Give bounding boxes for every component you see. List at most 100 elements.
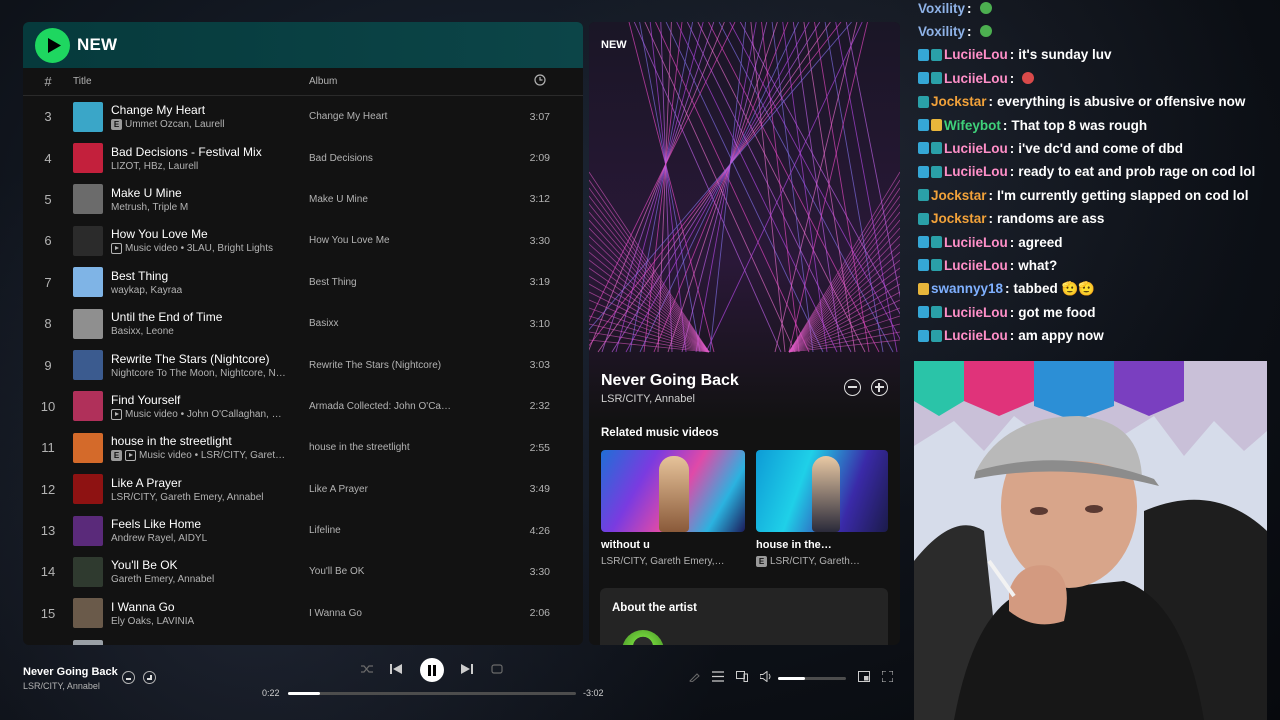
track-title[interactable]: Bad Decisions - Festival Mix (111, 145, 262, 159)
track-album[interactable]: Make U Mine (309, 194, 495, 205)
track-title[interactable]: Until the End of Time (111, 310, 222, 324)
table-row[interactable]: 9 Rewrite The Stars (Nightcore) Nightcor… (23, 344, 583, 385)
track-artists[interactable]: Andrew Rayel, AIDYL (111, 533, 207, 544)
fullscreen-icon[interactable] (882, 671, 893, 682)
remove-icon[interactable] (122, 671, 135, 684)
connect-device-icon[interactable] (736, 671, 748, 682)
track-album[interactable]: Best Thing (309, 277, 495, 288)
table-row[interactable]: Jakarta (23, 634, 583, 645)
add-to-playlist-icon[interactable] (871, 379, 888, 396)
track-artists[interactable]: Music video • LSR/CITY, Garet… (139, 450, 285, 461)
chat-username[interactable]: LuciieLou (944, 328, 1008, 343)
track-title[interactable]: You'll Be OK (111, 558, 214, 572)
track-album[interactable]: house in the streetlight (309, 442, 495, 453)
chat-username[interactable]: LuciieLou (944, 71, 1008, 86)
track-title[interactable]: Best Thing (111, 269, 182, 283)
chat-username[interactable]: LuciieLou (944, 258, 1008, 273)
chat-username[interactable]: LuciieLou (944, 164, 1008, 179)
table-row[interactable]: 6 How You Love Me Music video • 3LAU, Br… (23, 220, 583, 261)
now-playing-title[interactable]: Never Going Back (601, 372, 739, 390)
track-artists[interactable]: waykap, Kayraa (111, 285, 182, 296)
chat-username[interactable]: Voxility (918, 24, 965, 39)
table-row[interactable]: 7 Best Thing waykap, Kayraa Best Thing 3… (23, 262, 583, 303)
track-album[interactable]: How You Love Me (309, 235, 495, 246)
player-song-title[interactable]: Never Going Back (23, 666, 118, 678)
track-title[interactable]: Make U Mine (111, 186, 188, 200)
track-title[interactable]: How You Love Me (111, 227, 273, 241)
track-artists[interactable]: Ely Oaks, LAVINIA (111, 616, 194, 627)
column-title[interactable]: Title (73, 76, 309, 87)
track-artists[interactable]: Music video • John O'Callaghan, … (125, 409, 282, 420)
related-video-thumbnail[interactable] (601, 450, 745, 532)
chat-emote-icon (979, 2, 992, 14)
remove-from-library-icon[interactable] (844, 379, 861, 396)
table-row[interactable]: 3 Change My Heart E Ummet Ozcan, Laurell … (23, 96, 583, 137)
track-title[interactable]: Rewrite The Stars (Nightcore) (111, 352, 286, 366)
table-row[interactable]: 15 I Wanna Go Ely Oaks, LAVINIA I Wanna … (23, 593, 583, 634)
chat-username[interactable]: swannyy18 (931, 281, 1003, 296)
track-artists[interactable]: Basixx, Leone (111, 326, 174, 337)
chat-username[interactable]: Wifeybot (944, 118, 1001, 133)
track-title[interactable]: house in the streetlight (111, 434, 285, 448)
track-artists[interactable]: LIZOT, HBz, Laurell (111, 161, 198, 172)
repeat-icon[interactable] (491, 663, 503, 675)
track-album[interactable]: Armada Collected: John O'Ca… (309, 401, 495, 412)
previous-icon[interactable] (390, 663, 402, 675)
related-video-artists: LSR/CITY, Gareth Emery,… (601, 556, 725, 567)
track-album[interactable]: Rewrite The Stars (Nightcore) (309, 360, 495, 371)
track-artists[interactable]: Ummet Ozcan, Laurell (125, 119, 224, 130)
chat-username[interactable]: Jockstar (931, 188, 987, 203)
table-row[interactable]: 5 Make U Mine Metrush, Triple M Make U M… (23, 179, 583, 220)
table-row[interactable]: 13 Feels Like Home Andrew Rayel, AIDYL L… (23, 510, 583, 551)
track-title[interactable]: Find Yourself (111, 393, 282, 407)
chat-username[interactable]: Voxility (918, 1, 965, 16)
track-album[interactable]: I Wanna Go (309, 608, 495, 619)
table-row[interactable]: 11 house in the streetlight E Music video… (23, 427, 583, 468)
track-artists[interactable]: LSR/CITY, Gareth Emery, Annabel (111, 492, 263, 503)
track-artists[interactable]: Metrush, Triple M (111, 202, 188, 213)
queue-icon[interactable] (712, 671, 724, 682)
now-playing-artist[interactable]: LSR/CITY, Annabel (601, 393, 695, 405)
related-video-title[interactable]: house in the… (756, 539, 832, 551)
related-video-thumbnail[interactable] (756, 450, 888, 532)
pause-button[interactable] (420, 658, 444, 682)
player-artist[interactable]: LSR/CITY, Annabel (23, 681, 100, 691)
track-album[interactable]: Bad Decisions (309, 153, 495, 164)
column-duration[interactable] (495, 74, 550, 89)
miniplayer-icon[interactable] (858, 671, 870, 682)
track-album[interactable]: Basixx (309, 318, 495, 329)
chat-username[interactable]: Jockstar (931, 211, 987, 226)
track-album[interactable]: You'll Be OK (309, 566, 495, 577)
shuffle-icon[interactable] (361, 663, 373, 675)
play-playlist-button[interactable] (35, 27, 70, 63)
track-title[interactable]: I Wanna Go (111, 600, 194, 614)
next-icon[interactable] (461, 663, 473, 675)
chat-username[interactable]: LuciieLou (944, 305, 1008, 320)
chat-username[interactable]: LuciieLou (944, 141, 1008, 156)
lyrics-icon[interactable] (689, 671, 700, 682)
chat-username[interactable]: Jockstar (931, 94, 987, 109)
chat-username[interactable]: LuciieLou (944, 235, 1008, 250)
column-album[interactable]: Album (309, 76, 495, 87)
progress-bar[interactable] (288, 692, 576, 695)
track-title[interactable]: Like A Prayer (111, 476, 263, 490)
track-title[interactable]: Feels Like Home (111, 517, 207, 531)
chat-username[interactable]: LuciieLou (944, 47, 1008, 62)
track-album[interactable]: Lifeline (309, 525, 495, 536)
track-album[interactable]: Like A Prayer (309, 484, 495, 495)
table-row[interactable]: 14 You'll Be OK Gareth Emery, Annabel Yo… (23, 551, 583, 592)
volume-icon[interactable] (760, 671, 772, 682)
table-row[interactable]: 10 Find Yourself Music video • John O'Ca… (23, 386, 583, 427)
track-artists[interactable]: Nightcore To The Moon, Nightcore, N… (111, 368, 286, 379)
table-row[interactable]: 4 Bad Decisions - Festival Mix LIZOT, HB… (23, 137, 583, 178)
track-album[interactable]: Change My Heart (309, 111, 495, 122)
track-artists[interactable]: Music video • 3LAU, Bright Lights (125, 243, 273, 254)
related-video-title[interactable]: without u (601, 539, 650, 551)
table-row[interactable]: 12 Like A Prayer LSR/CITY, Gareth Emery,… (23, 469, 583, 510)
volume-slider[interactable] (778, 677, 846, 680)
track-artists[interactable]: Gareth Emery, Annabel (111, 574, 214, 585)
add-icon[interactable] (143, 671, 156, 684)
about-artist-card[interactable]: About the artist (600, 588, 888, 645)
track-title[interactable]: Change My Heart (111, 103, 224, 117)
table-row[interactable]: 8 Until the End of Time Basixx, Leone Ba… (23, 303, 583, 344)
